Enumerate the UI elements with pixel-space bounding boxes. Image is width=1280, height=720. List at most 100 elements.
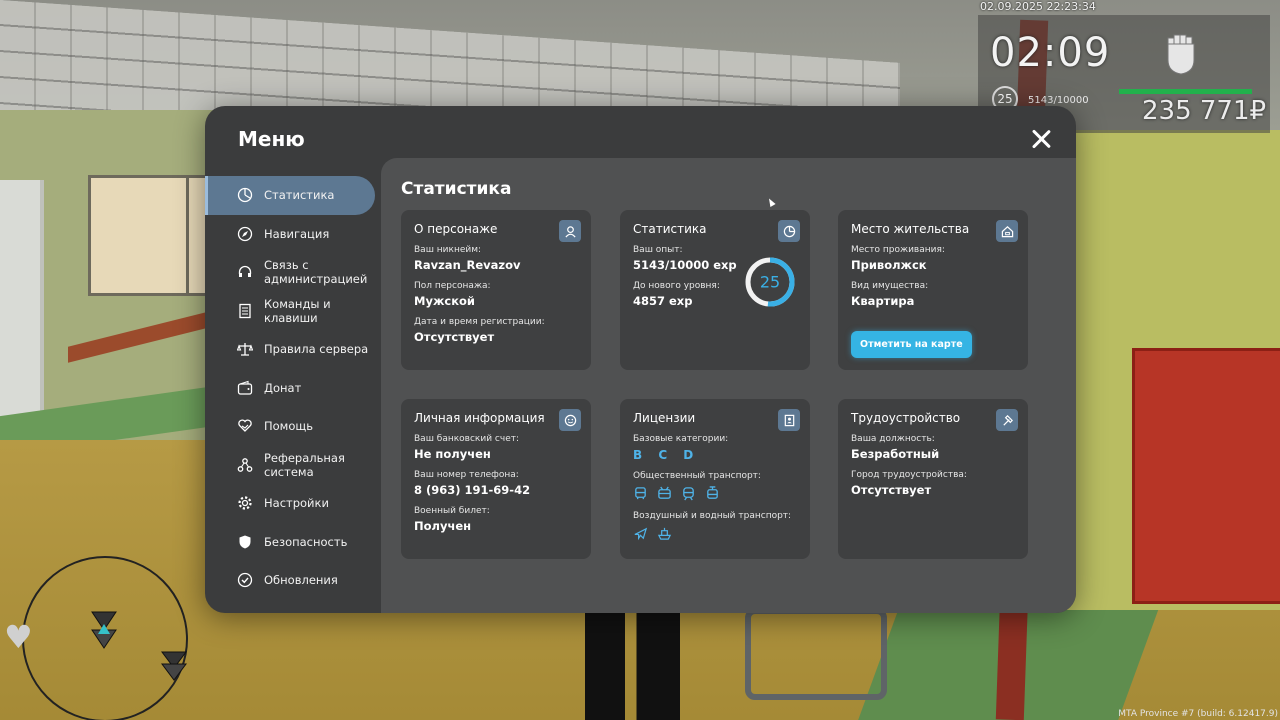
card-title: Статистика <box>633 222 707 236</box>
sidebar-item-5[interactable]: Правила сервера <box>205 330 381 369</box>
plane-icon <box>634 527 648 541</box>
build-version: MTA Province #7 (build: 6.12417.9) <box>1118 709 1278 719</box>
bus-icon <box>635 487 646 500</box>
sidebar-item-label: Навигация <box>264 226 330 241</box>
sidebar-item-label: Помощь <box>264 419 314 434</box>
personal-info-card: Личная информация Ваш банковский счет: Н… <box>401 399 591 559</box>
sidebar-item-label: Правила сервера <box>264 342 369 357</box>
hud-level: 25 <box>997 92 1013 106</box>
smile-icon[interactable] <box>559 409 581 431</box>
sidebar-item-label: Настройки <box>264 496 329 511</box>
sidebar-item-2[interactable]: Навигация <box>205 215 381 254</box>
level-number: 25 <box>760 273 780 292</box>
sidebar-item-1[interactable]: Статистика <box>205 176 375 215</box>
hud-exp: 5143/10000 <box>1028 95 1089 106</box>
player-legs <box>585 612 680 720</box>
pie-chart-icon <box>237 188 253 203</box>
employment-city-value: Отсутствует <box>851 483 932 497</box>
user-icon[interactable] <box>559 220 581 242</box>
hud-clock: 02:09 <box>990 30 1111 76</box>
exp-label: Ваш опыт: <box>633 245 683 255</box>
mark-on-map-button[interactable]: Отметить на карте <box>851 331 972 358</box>
shield-icon <box>239 535 251 549</box>
compass-icon <box>237 226 253 241</box>
content-panel: Статистика О персонаже Ваш никнейм: Ravz… <box>381 158 1076 613</box>
sidebar-item-8[interactable]: Реферальная система <box>205 446 381 485</box>
card-title: Личная информация <box>414 411 545 425</box>
sidebar-item-label: Команды и клавиши <box>264 296 331 325</box>
licenses-card: Лицензии Базовые категории: B C D Общест… <box>620 399 810 559</box>
registration-label: Дата и время регистрации: <box>414 317 545 327</box>
player-marker-icon <box>91 611 117 649</box>
wall-poster <box>88 175 189 296</box>
sidebar-item-6[interactable]: Донат <box>205 369 381 408</box>
headset-icon <box>238 266 252 278</box>
boat-icon <box>657 527 672 540</box>
gender-label: Пол персонажа: <box>414 281 491 291</box>
nickname-value: Ravzan_Revazov <box>414 258 521 272</box>
id-card-icon[interactable] <box>778 409 800 431</box>
basic-categories-label: Базовые категории: <box>633 434 729 444</box>
stats-card: Статистика Ваш опыт: 5143/10000 exp До н… <box>620 210 810 370</box>
sidebar-item-label: Связь с администрацией <box>264 258 368 287</box>
military-label: Военный билет: <box>414 506 490 516</box>
phone-label: Ваш номер телефона: <box>414 470 519 480</box>
chair <box>745 608 887 700</box>
gender-value: Мужской <box>414 294 475 308</box>
scales-icon <box>237 343 253 356</box>
position-value: Безработный <box>851 447 940 461</box>
pie-chart-icon[interactable] <box>778 220 800 242</box>
train-icon <box>683 487 694 501</box>
heart-hand-icon <box>238 419 252 433</box>
wallet-icon <box>237 380 253 395</box>
residence-card: Место жительства Место проживания: Приво… <box>838 210 1028 370</box>
sidebar-item-label: Обновления <box>264 573 338 588</box>
air-water-transport-icons <box>633 526 797 541</box>
residence-label: Место проживания: <box>851 245 945 255</box>
sidebar-item-label: Донат <box>264 380 302 395</box>
tram-icon <box>707 486 718 499</box>
sidebar-item-9[interactable]: Настройки <box>205 484 381 523</box>
card-title: Место жительства <box>851 222 970 236</box>
hud-money: 235 771₽ <box>1142 96 1267 126</box>
card-title: Лицензии <box>633 411 696 425</box>
menu-title: Меню <box>238 127 305 151</box>
heart-icon: ♥ <box>4 618 33 656</box>
sidebar-item-label: Реферальная система <box>264 450 345 479</box>
employment-city-label: Город трудоустройства: <box>851 470 967 480</box>
sidebar-item-4[interactable]: Команды и клавиши <box>205 292 381 331</box>
network-icon <box>237 457 253 472</box>
gear-icon <box>238 496 252 510</box>
character-card: О персонаже Ваш никнейм: Ravzan_Revazov … <box>401 210 591 370</box>
document-icon <box>239 303 251 318</box>
close-icon[interactable] <box>1031 129 1051 149</box>
bank-label: Ваш банковский счет: <box>414 434 520 444</box>
sidebar-item-label: Безопасность <box>264 534 348 549</box>
air-water-transport-label: Воздушный и водный транспорт: <box>633 511 792 521</box>
employment-card: Трудоустройство Ваша должность: Безработ… <box>838 399 1028 559</box>
level-progress-ring: 25 <box>745 257 795 307</box>
sidebar-item-7[interactable]: Помощь <box>205 407 381 446</box>
public-transport-icons <box>633 486 797 501</box>
public-transport-label: Общественный транспорт: <box>633 471 761 481</box>
sidebar-item-label: Статистика <box>264 188 335 203</box>
fist-icon <box>1167 34 1195 75</box>
health-bar <box>1119 89 1252 94</box>
menu-window: Меню Статистика Навигация Связь с админист… <box>205 106 1076 613</box>
sidebar-item-10[interactable]: Безопасность <box>205 523 381 562</box>
military-value: Получен <box>414 519 472 533</box>
waypoint-marker-icon <box>161 651 187 681</box>
phone-value: 8 (963) 191-69-42 <box>414 483 531 497</box>
residence-value: Приволжск <box>851 258 927 272</box>
nickname-label: Ваш никнейм: <box>414 245 482 255</box>
sidebar-item-3[interactable]: Связь с администрацией <box>205 253 381 292</box>
hud-datetime: 02.09.2025 22:23:34 <box>980 0 1096 13</box>
fire-cabinet <box>1132 348 1280 604</box>
sidebar: Статистика Навигация Связь с администрацие… <box>205 176 381 600</box>
house-icon[interactable] <box>996 220 1018 242</box>
basic-categories-value: B C D <box>633 448 700 462</box>
bank-value: Не получен <box>414 447 491 461</box>
hammer-icon[interactable] <box>996 409 1018 431</box>
sidebar-item-11[interactable]: Обновления <box>205 561 381 600</box>
position-label: Ваша должность: <box>851 434 935 444</box>
